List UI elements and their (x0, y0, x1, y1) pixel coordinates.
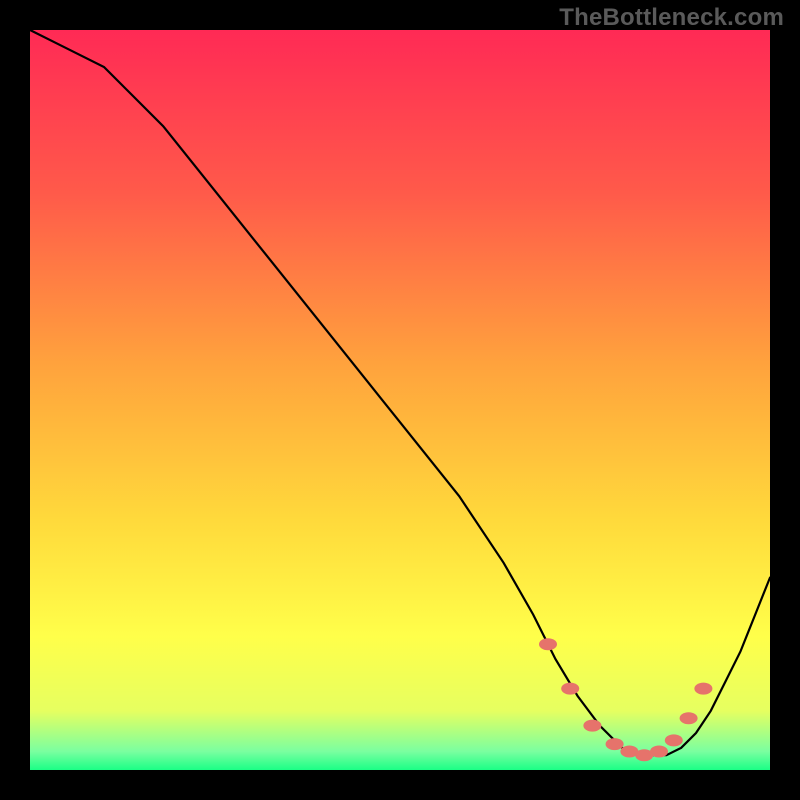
data-marker (665, 734, 683, 746)
chart-root: TheBottleneck.com (0, 0, 800, 800)
plot-area (30, 30, 770, 770)
data-marker (650, 746, 668, 758)
data-marker (680, 712, 698, 724)
data-marker (583, 720, 601, 732)
data-marker (606, 738, 624, 750)
gradient-background (30, 30, 770, 770)
data-marker (694, 683, 712, 695)
data-marker (539, 638, 557, 650)
plot-svg (30, 30, 770, 770)
attribution-text: TheBottleneck.com (559, 4, 784, 32)
data-marker (561, 683, 579, 695)
